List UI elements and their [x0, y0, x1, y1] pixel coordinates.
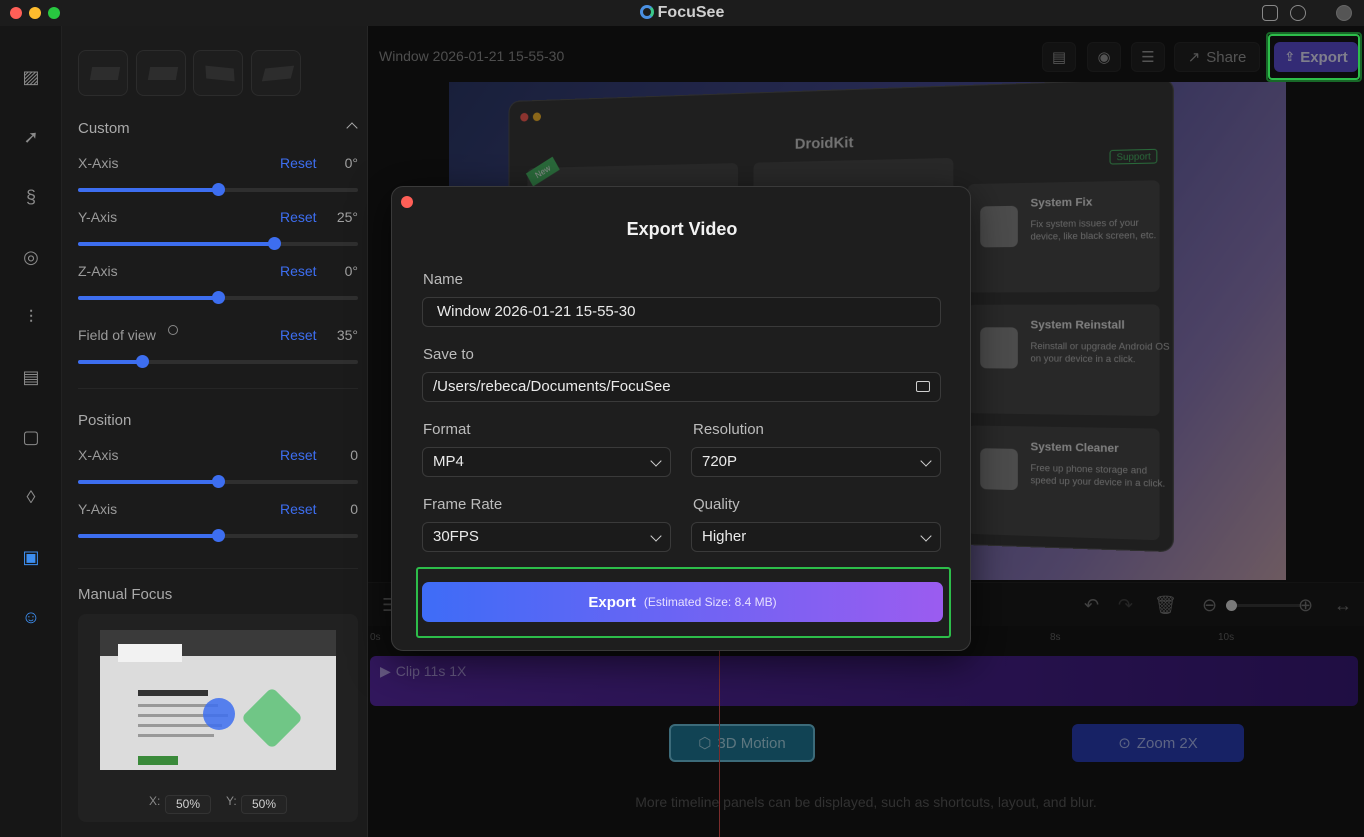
x-axis-slider[interactable] — [78, 188, 358, 192]
settings-panel: Custom X-Axis Reset 0° Y-Axis Reset 25° … — [62, 26, 368, 837]
slider-knob[interactable] — [212, 475, 225, 488]
slider-knob[interactable] — [212, 291, 225, 304]
focus-y-label: Y: — [226, 794, 237, 808]
slider-fill — [78, 480, 218, 484]
field-of-view-label: Field of view — [78, 327, 156, 343]
shape-preset-2[interactable] — [136, 50, 186, 96]
field-of-view-value: 35° — [318, 327, 358, 343]
x-axis-reset-button[interactable]: Reset — [280, 155, 317, 171]
export-video-button[interactable]: Export (Estimated Size: 8.4 MB) — [422, 582, 943, 622]
y-axis-value: 25° — [318, 209, 358, 225]
position-y-label: Y-Axis — [78, 501, 117, 517]
format-select[interactable]: MP4 — [422, 447, 671, 477]
z-axis-value: 0° — [318, 263, 358, 279]
export-highlight-frame — [1268, 34, 1360, 80]
x-axis-label: X-Axis — [78, 155, 118, 171]
folder-icon[interactable] — [916, 381, 930, 392]
shape-preset-1[interactable] — [78, 50, 128, 96]
z-axis-label: Z-Axis — [78, 263, 118, 279]
export-button-highlight: Export (Estimated Size: 8.4 MB) — [416, 567, 951, 638]
title-bar: FocuSee — [0, 0, 1364, 26]
y-axis-reset-button[interactable]: Reset — [280, 209, 317, 225]
info-icon[interactable] — [168, 325, 178, 335]
left-toolbar: ▨ ➚ § ◎ ⫶ ▤ ▢ ◊ ▣ ☺ — [0, 26, 62, 837]
slider-knob[interactable] — [212, 529, 225, 542]
cursor-icon[interactable]: ➚ — [20, 126, 42, 148]
position-x-slider[interactable] — [78, 480, 358, 484]
position-y-reset-button[interactable]: Reset — [280, 501, 317, 517]
collapse-chevron-icon[interactable] — [346, 122, 357, 133]
background-icon[interactable]: ▨ — [20, 66, 42, 88]
focus-point-marker[interactable] — [203, 698, 235, 730]
z-axis-slider[interactable] — [78, 296, 358, 300]
y-axis-label: Y-Axis — [78, 209, 117, 225]
resolution-label: Resolution — [693, 421, 764, 438]
caption-icon[interactable]: ▢ — [20, 426, 42, 448]
app-title: FocuSee — [0, 4, 1364, 22]
shape-preset-3[interactable] — [193, 50, 243, 96]
slider-knob[interactable] — [136, 355, 149, 368]
estimated-size: (Estimated Size: 8.4 MB) — [644, 595, 777, 609]
format-label: Format — [423, 421, 471, 438]
y-axis-slider[interactable] — [78, 242, 358, 246]
divider — [78, 388, 358, 389]
focus-y-input[interactable]: 50% — [241, 795, 287, 814]
slider-knob[interactable] — [212, 183, 225, 196]
z-axis-reset-button[interactable]: Reset — [280, 263, 317, 279]
export-video-dialog: Export Video Name Window 2026-01-21 15-5… — [391, 186, 971, 651]
feedback-icon[interactable] — [1262, 5, 1278, 21]
focus-thumbnail[interactable] — [100, 630, 336, 770]
position-y-slider[interactable] — [78, 534, 358, 538]
quality-select[interactable]: Higher — [691, 522, 941, 552]
name-input[interactable]: Window 2026-01-21 15-55-30 — [422, 297, 941, 327]
avatar[interactable] — [1336, 5, 1352, 21]
frame-rate-label: Frame Rate — [423, 496, 502, 513]
position-y-value: 0 — [318, 501, 358, 517]
slider-fill — [78, 534, 218, 538]
chevron-down-icon — [920, 455, 931, 466]
dialog-title: Export Video — [392, 219, 972, 240]
focus-x-input[interactable]: 50% — [165, 795, 211, 814]
path-icon[interactable]: § — [20, 186, 42, 208]
manual-focus-card — [78, 614, 358, 822]
chevron-down-icon — [650, 530, 661, 541]
save-path-input[interactable]: /Users/rebeca/Documents/FocuSee — [422, 372, 941, 402]
manual-focus-title: Manual Focus — [78, 586, 172, 603]
focusee-logo-icon — [640, 5, 654, 19]
focus-x-label: X: — [149, 794, 160, 808]
position-section-title: Position — [78, 412, 131, 429]
chevron-down-icon — [920, 530, 931, 541]
user-add-icon[interactable]: ☺ — [20, 606, 42, 628]
close-dialog-button[interactable] — [401, 196, 413, 208]
slider-fill — [78, 360, 142, 364]
chevron-down-icon — [650, 455, 661, 466]
name-label: Name — [423, 271, 463, 288]
position-x-value: 0 — [318, 447, 358, 463]
app-title-text: FocuSee — [658, 4, 725, 21]
webcam-icon[interactable]: ◎ — [20, 246, 42, 268]
quality-label: Quality — [693, 496, 740, 513]
save-to-label: Save to — [423, 346, 474, 363]
x-axis-value: 0° — [318, 155, 358, 171]
history-icon[interactable] — [1290, 5, 1306, 21]
divider — [78, 568, 358, 569]
field-of-view-reset-button[interactable]: Reset — [280, 327, 317, 343]
frame-rate-select[interactable]: 30FPS — [422, 522, 671, 552]
3d-motion-icon[interactable]: ▣ — [20, 546, 42, 568]
field-of-view-slider[interactable] — [78, 360, 358, 364]
slider-knob[interactable] — [268, 237, 281, 250]
shape-preset-4[interactable] — [251, 50, 301, 96]
slider-fill — [78, 296, 218, 300]
slider-fill — [78, 188, 218, 192]
app-window: FocuSee ▨ ➚ § ◎ ⫶ ▤ ▢ ◊ ▣ ☺ Custom X-Axi… — [0, 0, 1364, 837]
position-x-reset-button[interactable]: Reset — [280, 447, 317, 463]
custom-section-title: Custom — [78, 120, 130, 137]
export-button-label: Export — [588, 594, 636, 611]
slider-fill — [78, 242, 274, 246]
resolution-select[interactable]: 720P — [691, 447, 941, 477]
position-x-label: X-Axis — [78, 447, 118, 463]
keyboard-icon[interactable]: ▤ — [20, 366, 42, 388]
blur-icon[interactable]: ◊ — [20, 486, 42, 508]
audio-icon[interactable]: ⫶ — [20, 306, 42, 328]
